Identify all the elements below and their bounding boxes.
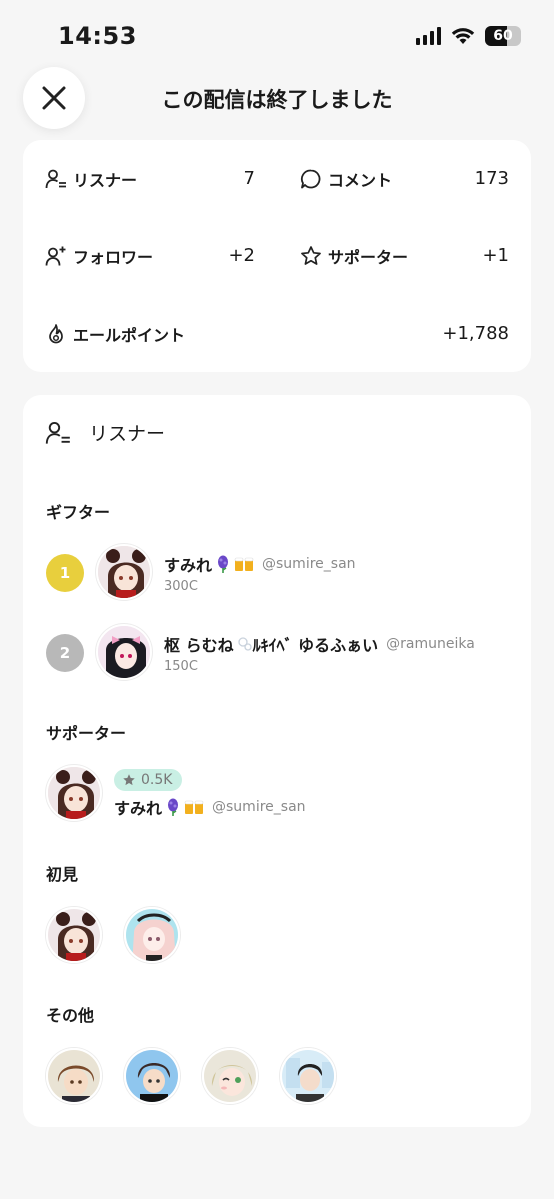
person-list-icon [45, 168, 67, 190]
stat-listeners: リスナー [45, 167, 137, 191]
listeners-card: リスナー ギフター 1 すみれ @sumire_san 300C 2 枢 らむね… [23, 395, 531, 1127]
beer-cheers-emoji-icon [234, 557, 254, 571]
support-points-badge: 0.5K [114, 769, 183, 791]
supporter-name[interactable]: すみれ @sumire_san [114, 795, 306, 819]
star-icon [300, 245, 322, 267]
avatar[interactable] [202, 1048, 258, 1104]
stat-supporters-value: +1 [482, 245, 509, 266]
add-person-icon [45, 245, 67, 267]
stat-yell-points-value: +1,788 [442, 323, 509, 344]
gifter-coins: 300C [164, 579, 198, 594]
rank-badge-gold: 1 [46, 554, 84, 592]
star-icon [123, 774, 135, 786]
battery-percent: 60 [493, 28, 513, 44]
listeners-section-header: リスナー [45, 419, 165, 446]
battery-icon: 60 [485, 26, 521, 46]
flame-icon [45, 323, 67, 345]
stat-supporters: サポーター [300, 244, 408, 268]
status-icons: 60 [416, 26, 521, 46]
supporter-handle: @sumire_san [212, 799, 306, 815]
gifter-name[interactable]: すみれ @sumire_san [164, 552, 356, 576]
person-list-icon [45, 420, 71, 446]
rank-badge-silver: 2 [46, 634, 84, 672]
stat-listeners-value: 7 [243, 168, 255, 189]
stat-followers: フォロワー [45, 244, 153, 268]
bubbles-emoji-icon [237, 637, 252, 651]
cellular-signal-icon [416, 27, 441, 45]
first-time-title: 初見 [46, 865, 79, 884]
avatar[interactable] [124, 1048, 180, 1104]
avatar[interactable] [46, 907, 102, 963]
stat-comments: コメント [300, 167, 392, 191]
gifter-handle: @sumire_san [262, 556, 356, 572]
hyacinth-emoji-icon [218, 555, 229, 573]
beer-cheers-emoji-icon [184, 800, 204, 814]
speech-bubble-icon [300, 168, 322, 190]
stat-comments-value: 173 [474, 168, 509, 189]
others-title: その他 [46, 1006, 95, 1025]
status-time: 14:53 [58, 22, 137, 50]
avatar[interactable] [280, 1048, 336, 1104]
wifi-icon [451, 28, 475, 44]
gifter-name[interactable]: 枢 らむね ﾙｷｲﾍﾞ ゆるふぁい @ramuneika [164, 632, 475, 656]
avatar[interactable] [46, 765, 102, 821]
battery-indicator: 60 [485, 26, 521, 46]
avatar[interactable] [96, 544, 152, 600]
supporters-title: サポーター [46, 724, 127, 743]
gifter-handle: @ramuneika [386, 636, 475, 652]
hyacinth-emoji-icon [168, 798, 179, 816]
stat-followers-value: +2 [228, 245, 255, 266]
avatar[interactable] [124, 907, 180, 963]
gifter-coins: 150C [164, 659, 198, 674]
stream-stats-card: リスナー 7 コメント 173 フォロワー +2 サポーター +1 エールポイン… [23, 140, 531, 372]
page-title: この配信は終了しました [161, 88, 393, 112]
avatar[interactable] [46, 1048, 102, 1104]
status-bar: 14:53 60 [0, 0, 554, 70]
gifters-title: ギフター [46, 503, 111, 522]
stat-yell-points: エールポイント [45, 322, 185, 346]
avatar[interactable] [96, 624, 152, 680]
